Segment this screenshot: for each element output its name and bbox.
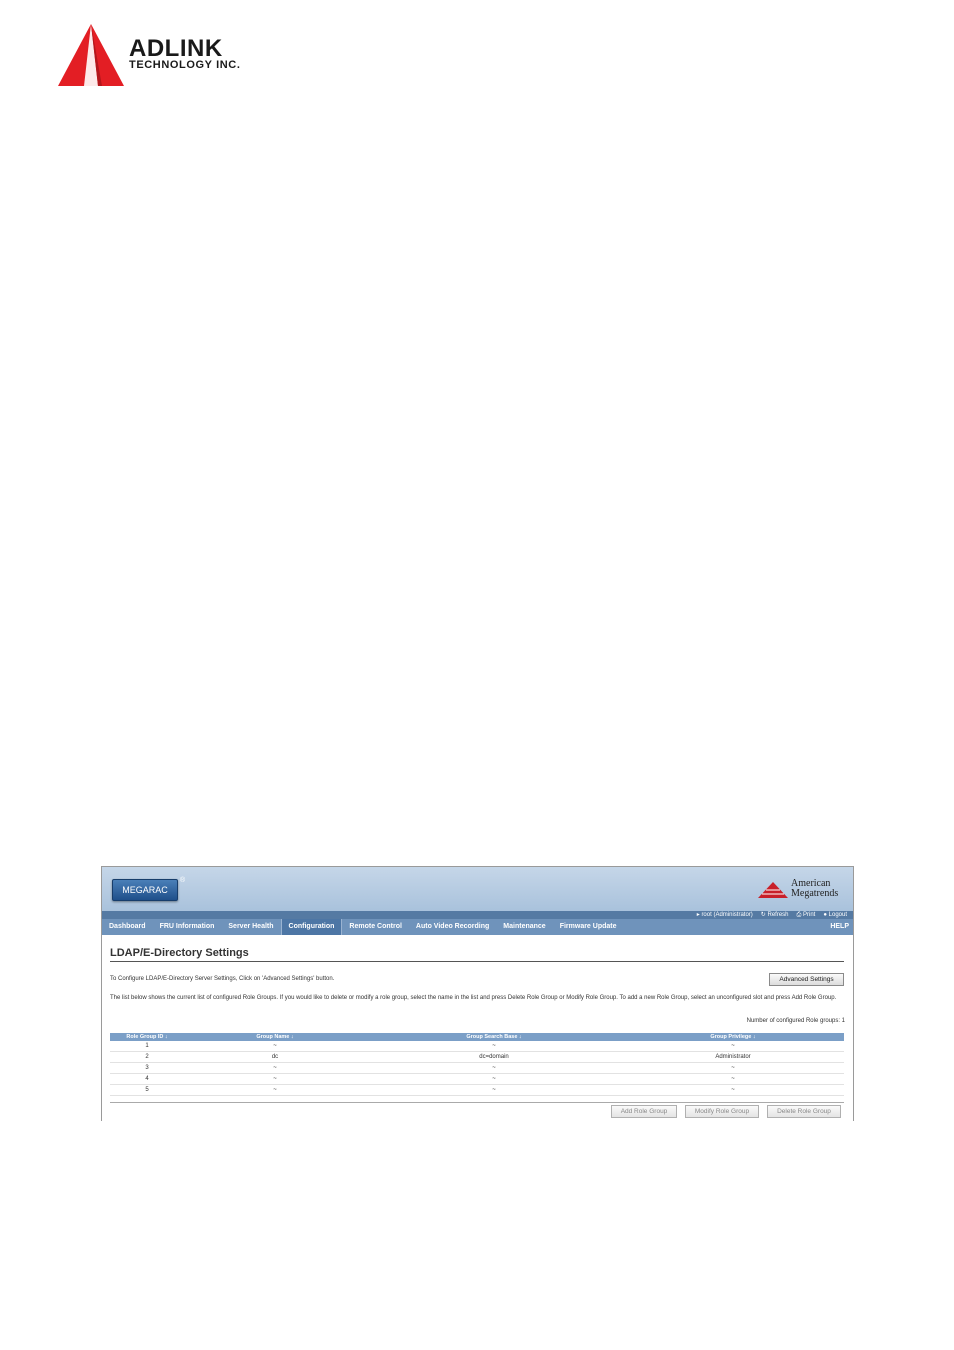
cell-group-privilege: ~ [731, 1087, 735, 1093]
cell-group-name: ~ [273, 1043, 277, 1049]
cell-role-group-id: 1 [145, 1043, 149, 1049]
logout-link[interactable]: ● Logout [823, 911, 847, 919]
cell-role-group-id: 4 [145, 1076, 149, 1082]
table-row[interactable]: 2 dc dc=domain Administrator [110, 1052, 844, 1063]
megarac-screenshot: MEGARAC ® American Megatrends ▸ root (Ad… [101, 866, 854, 1121]
cell-role-group-id: 2 [145, 1054, 149, 1060]
cell-group-name: dc [271, 1054, 279, 1060]
delete-role-group-button[interactable]: Delete Role Group [767, 1105, 841, 1118]
column-role-group-id[interactable]: Role Group ID ↓ [110, 1033, 184, 1041]
print-icon: ⎙ [796, 912, 802, 918]
table-header: Role Group ID ↓ Group Name ↓ Group Searc… [110, 1033, 844, 1041]
cell-group-privilege: ~ [731, 1065, 735, 1071]
ami-line2: Megatrends [791, 888, 839, 899]
ami-wordmark: American Megatrends [791, 879, 838, 899]
top-toolbar: ▸ root (Administrator) ↻ Refresh ⎙ Print… [102, 911, 853, 919]
column-group-name[interactable]: Group Name ↓ [184, 1033, 366, 1041]
registered-mark: ® [180, 877, 186, 884]
page-title: LDAP/E-Directory Settings [110, 947, 249, 959]
cell-group-search-base: ~ [492, 1076, 496, 1082]
adlink-triangle-icon [58, 24, 124, 86]
role-group-table: Role Group ID ↓ Group Name ↓ Group Searc… [110, 1033, 844, 1096]
banner: MEGARAC ® American Megatrends [102, 867, 853, 911]
megarac-logo-button[interactable]: MEGARAC [112, 879, 178, 901]
tab-server-health[interactable]: Server Health [221, 919, 280, 935]
cell-group-search-base: ~ [492, 1043, 496, 1049]
help-link[interactable]: HELP [830, 919, 849, 935]
table-row[interactable]: 1 ~ ~ ~ [110, 1041, 844, 1052]
main-nav: Dashboard FRU Information Server Health … [102, 919, 853, 935]
table-row[interactable]: 5 ~ ~ ~ [110, 1085, 844, 1096]
cell-group-search-base: ~ [492, 1065, 496, 1071]
adlink-subtitle: TECHNOLOGY INC. [129, 59, 241, 71]
table-row[interactable]: 4 ~ ~ ~ [110, 1074, 844, 1085]
column-group-search-base[interactable]: Group Search Base ↓ [366, 1033, 622, 1041]
tab-maintenance[interactable]: Maintenance [496, 919, 552, 935]
tab-auto-video-recording[interactable]: Auto Video Recording [409, 919, 496, 935]
ami-logo: American Megatrends [757, 879, 847, 901]
modify-role-group-button[interactable]: Modify Role Group [685, 1105, 759, 1118]
intro-text: To Configure LDAP/E-Directory Server Set… [110, 976, 335, 982]
cell-group-privilege: ~ [731, 1076, 735, 1082]
user-indicator: ▸ root (Administrator) [696, 912, 753, 918]
column-group-privilege[interactable]: Group Privilege ↓ [622, 1033, 844, 1041]
cell-group-name: ~ [273, 1087, 277, 1093]
table-row[interactable]: 3 ~ ~ ~ [110, 1063, 844, 1074]
cell-group-name: ~ [273, 1076, 277, 1082]
role-group-count: Number of configured Role groups: 1 [746, 1018, 845, 1024]
refresh-icon: ↻ [760, 912, 766, 918]
refresh-link[interactable]: ↻ Refresh [761, 911, 789, 919]
cell-group-search-base: dc=domain [479, 1054, 509, 1060]
tab-firmware-update[interactable]: Firmware Update [553, 919, 624, 935]
cell-group-privilege: ~ [731, 1043, 735, 1049]
cell-group-privilege: Administrator [715, 1054, 751, 1060]
description-text: The list below shows the current list of… [110, 995, 837, 1001]
tab-fru-information[interactable]: FRU Information [153, 919, 222, 935]
actions-divider [110, 1102, 844, 1103]
advanced-settings-button[interactable]: Advanced Settings [769, 973, 844, 986]
title-divider [110, 961, 844, 962]
cell-role-group-id: 3 [145, 1065, 149, 1071]
ami-pyramid-icon [758, 882, 788, 898]
cell-role-group-id: 5 [145, 1087, 149, 1093]
tab-dashboard[interactable]: Dashboard [102, 919, 153, 935]
adlink-logo: ADLINK TECHNOLOGY INC. [58, 22, 278, 88]
cell-group-search-base: ~ [492, 1087, 496, 1093]
logout-icon: ● [823, 912, 827, 918]
cell-group-name: ~ [273, 1065, 277, 1071]
add-role-group-button[interactable]: Add Role Group [611, 1105, 677, 1118]
tab-configuration[interactable]: Configuration [280, 919, 343, 935]
tab-remote-control[interactable]: Remote Control [342, 919, 409, 935]
print-link[interactable]: ⎙ Print [797, 911, 816, 919]
